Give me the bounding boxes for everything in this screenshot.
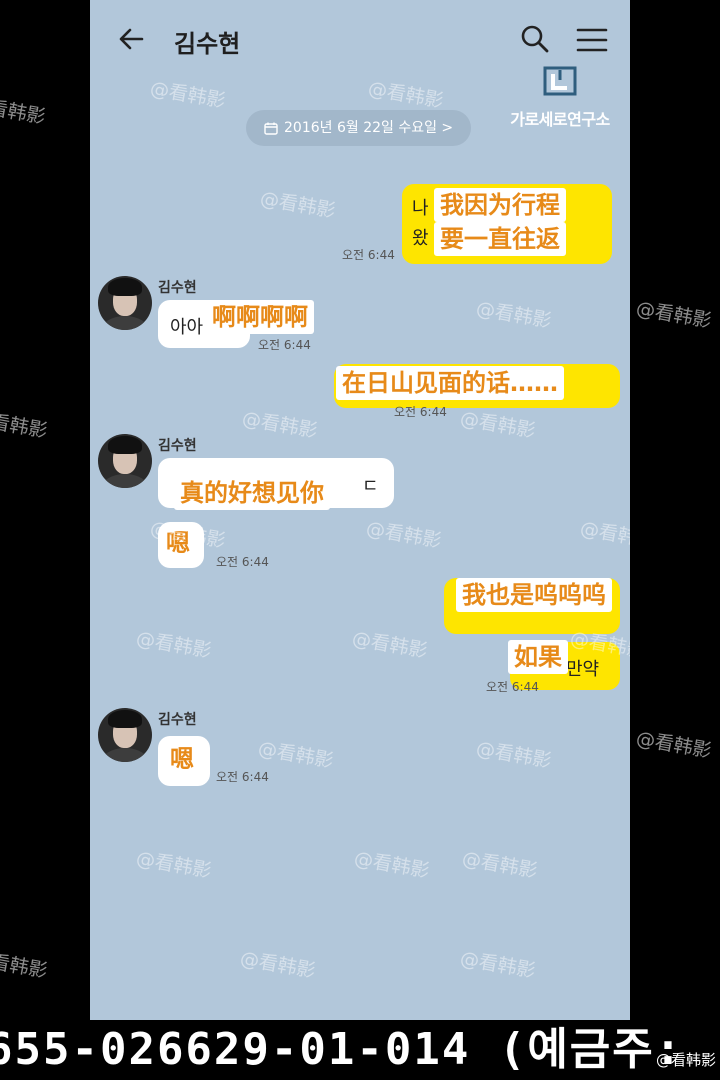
avatar[interactable] xyxy=(98,434,152,488)
chat-title: 김수현 xyxy=(174,30,241,58)
message-time: 오전 6:44 xyxy=(216,555,269,569)
subtitle-overlay: 我因为行程 xyxy=(434,188,566,222)
calendar-icon xyxy=(264,122,278,135)
watermark: @看韩影 xyxy=(458,947,538,983)
back-arrow-icon[interactable] xyxy=(116,24,146,54)
watermark: @看韩影 xyxy=(134,627,214,663)
subtitle-overlay: 嗯 xyxy=(164,742,200,776)
message-text-original: 아아 xyxy=(170,317,204,338)
watermark: @看韩影 xyxy=(0,947,50,983)
watermark: @看韩影 xyxy=(350,627,430,663)
watermark: @看韩影 xyxy=(458,407,538,443)
channel-logo: 가로세로연구소 xyxy=(500,66,620,132)
watermark: @看韩影 xyxy=(240,407,320,443)
sender-name: 김수현 xyxy=(158,438,197,454)
subtitle-overlay: 嗯 xyxy=(160,526,196,560)
watermark: @看韩影 xyxy=(0,407,50,443)
avatar[interactable] xyxy=(98,708,152,762)
channel-logo-icon xyxy=(543,66,577,96)
watermark: @看韩影 xyxy=(634,727,714,763)
ticker-text: 655-026629-01-014 (예금주: xyxy=(0,1024,684,1075)
message-time: 오전 6:44 xyxy=(486,680,539,694)
avatar[interactable] xyxy=(98,276,152,330)
chat-screen: 김수현 가로세로연구소 2016년 6월 22일 수요일 > 나 왔 我因为行程… xyxy=(90,0,630,1020)
menu-icon[interactable] xyxy=(576,24,608,56)
credit-watermark: @看韩影 xyxy=(655,1051,716,1069)
watermark: @看韩影 xyxy=(352,847,432,883)
message-time: 오전 6:44 xyxy=(258,338,311,352)
bank-account-ticker: 655-026629-01-014 (예금주: @看韩影 xyxy=(0,1020,720,1080)
message-time: 오전 6:44 xyxy=(342,248,395,262)
subtitle-overlay: 如果 xyxy=(508,640,568,674)
subtitle-overlay: 啊啊啊啊 xyxy=(206,300,314,334)
watermark: @看韩影 xyxy=(134,847,214,883)
subtitle-overlay: 真的好想见你 xyxy=(174,476,330,510)
message-text-original: ㄷ xyxy=(362,476,379,497)
watermark: @看韩影 xyxy=(634,297,714,333)
date-text: 2016년 6월 22일 수요일 > xyxy=(284,120,454,136)
message-text-original: 왔 xyxy=(412,228,429,249)
watermark: @看韩影 xyxy=(474,297,554,333)
sender-name: 김수현 xyxy=(158,712,197,728)
search-icon[interactable] xyxy=(520,24,550,54)
watermark: @看韩影 xyxy=(578,517,630,553)
subtitle-overlay: 在日山见面的话…… xyxy=(336,366,564,400)
message-time: 오전 6:44 xyxy=(216,770,269,784)
watermark: @看韩影 xyxy=(460,847,540,883)
message-text-original: 나 xyxy=(412,198,429,219)
channel-logo-text: 가로세로연구소 xyxy=(510,110,610,129)
subtitle-overlay: 我也是呜呜呜 xyxy=(456,578,612,612)
message-time: 오전 6:44 xyxy=(394,405,447,419)
date-divider[interactable]: 2016년 6월 22일 수요일 > xyxy=(246,110,472,146)
sender-name: 김수현 xyxy=(158,280,197,296)
watermark: @看韩影 xyxy=(258,187,338,223)
message-text-original: 만약 xyxy=(566,659,600,680)
watermark: @看韩影 xyxy=(364,517,444,553)
subtitle-overlay: 要一直往返 xyxy=(434,222,566,256)
watermark: @看韩影 xyxy=(238,947,318,983)
watermark: @看韩影 xyxy=(0,93,48,129)
watermark: @看韩影 xyxy=(474,737,554,773)
